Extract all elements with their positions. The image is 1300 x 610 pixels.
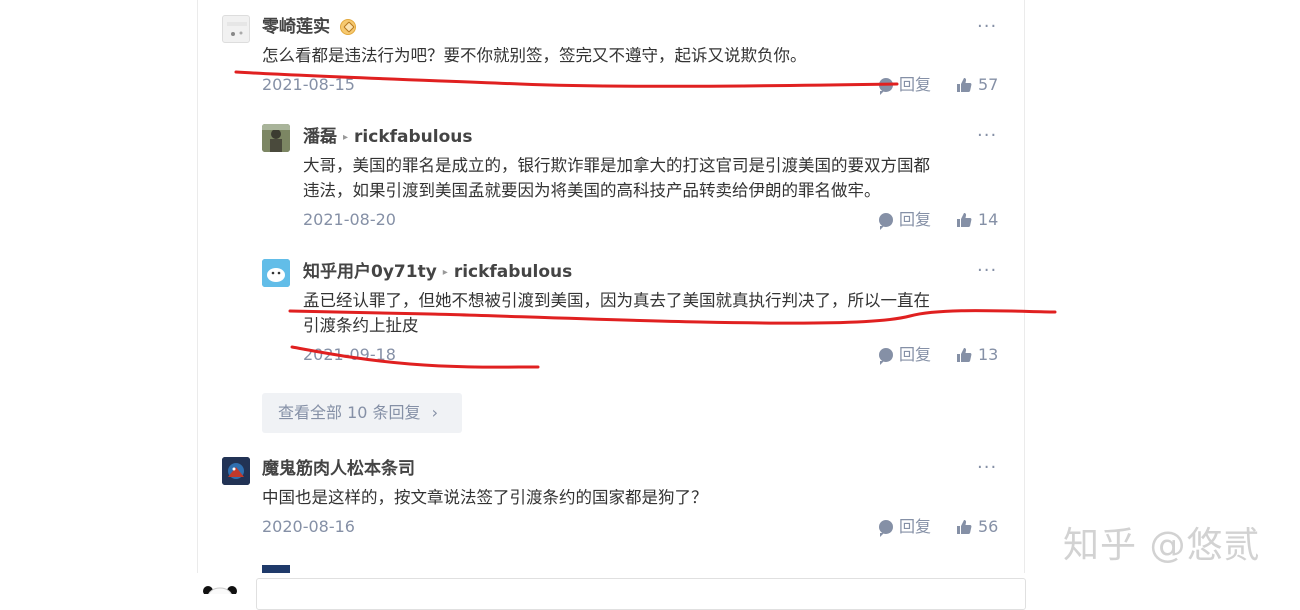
chevron-right-icon: › <box>431 403 439 422</box>
reply-arrow-icon: ▸ <box>343 132 349 143</box>
comment-content: 怎么看都是违法行为吧？要不你就别签，签完又不遵守，起诉又说欺负你。 <box>262 46 807 65</box>
avatar[interactable] <box>222 457 250 485</box>
avatar[interactable] <box>262 565 290 573</box>
comment-bubble-icon <box>879 348 893 365</box>
thumbs-up-icon <box>957 348 972 362</box>
like-button[interactable]: 13 <box>956 345 998 365</box>
comment-date: 2021-08-20 <box>303 210 396 229</box>
view-all-replies-button[interactable]: 查看全部 10 条回复 › <box>262 393 462 433</box>
more-icon[interactable]: ··· <box>977 459 997 477</box>
comment-date: 2021-09-18 <box>303 345 396 364</box>
comment-date: 2021-08-15 <box>262 75 355 94</box>
user-avatar-icon <box>262 124 290 152</box>
avatar[interactable] <box>262 259 290 287</box>
reply-arrow-icon: ▸ <box>442 267 448 278</box>
avatar[interactable] <box>222 15 250 43</box>
reply-button[interactable]: 回复 <box>879 345 931 365</box>
reply-target[interactable]: rickfabulous <box>454 262 572 282</box>
more-icon[interactable]: ··· <box>977 18 997 36</box>
comment-input[interactable] <box>256 578 1026 610</box>
avatar <box>200 580 240 594</box>
comment-author[interactable]: 零崎莲实 <box>262 16 330 38</box>
watermark: 知乎 @悠贰 <box>1063 525 1261 566</box>
comment-content: 中国也是这样的，按文章说法签了引渡条约的国家都是狗了？ <box>262 488 708 507</box>
comment-author[interactable]: 魔鬼筋肉人松本条司 <box>262 458 415 480</box>
comment-bubble-icon <box>879 78 893 95</box>
more-icon[interactable]: ··· <box>977 127 997 145</box>
reply-button[interactable]: 回复 <box>879 75 931 95</box>
reply-target[interactable]: rickfabulous <box>354 127 472 147</box>
like-button[interactable]: 56 <box>956 517 998 537</box>
more-icon[interactable]: ··· <box>977 262 997 280</box>
user-avatar-icon <box>227 22 247 36</box>
comment-bubble-icon <box>879 520 893 537</box>
comment-author[interactable]: 潘磊 ▸ rickfabulous <box>303 126 473 151</box>
zhihu-default-avatar-icon <box>262 259 290 287</box>
like-button[interactable]: 57 <box>956 75 998 95</box>
reply-button[interactable]: 回复 <box>879 517 931 537</box>
thumbs-up-icon <box>957 213 972 227</box>
comment-content: 孟已经认罪了，但她不想被引渡到美国，因为真去了美国就真执行判决了，所以一直在 引… <box>303 291 930 335</box>
thumbs-up-icon <box>957 78 972 92</box>
reply-button[interactable]: 回复 <box>879 210 931 230</box>
avatar[interactable] <box>262 124 290 152</box>
comment-bubble-icon <box>879 213 893 230</box>
badge-icon <box>340 19 356 35</box>
like-button[interactable]: 14 <box>956 210 998 230</box>
comment-date: 2020-08-16 <box>262 517 355 536</box>
comment-content: 大哥，美国的罪名是成立的，银行欺诈罪是加拿大的打这官司是引渡美国的要双方国都 违… <box>303 156 930 200</box>
thumbs-up-icon <box>957 520 972 534</box>
comment-author[interactable]: 知乎用户0y71ty ▸ rickfabulous <box>303 261 572 286</box>
user-avatar-icon <box>222 457 250 485</box>
panda-avatar-icon <box>203 586 237 594</box>
